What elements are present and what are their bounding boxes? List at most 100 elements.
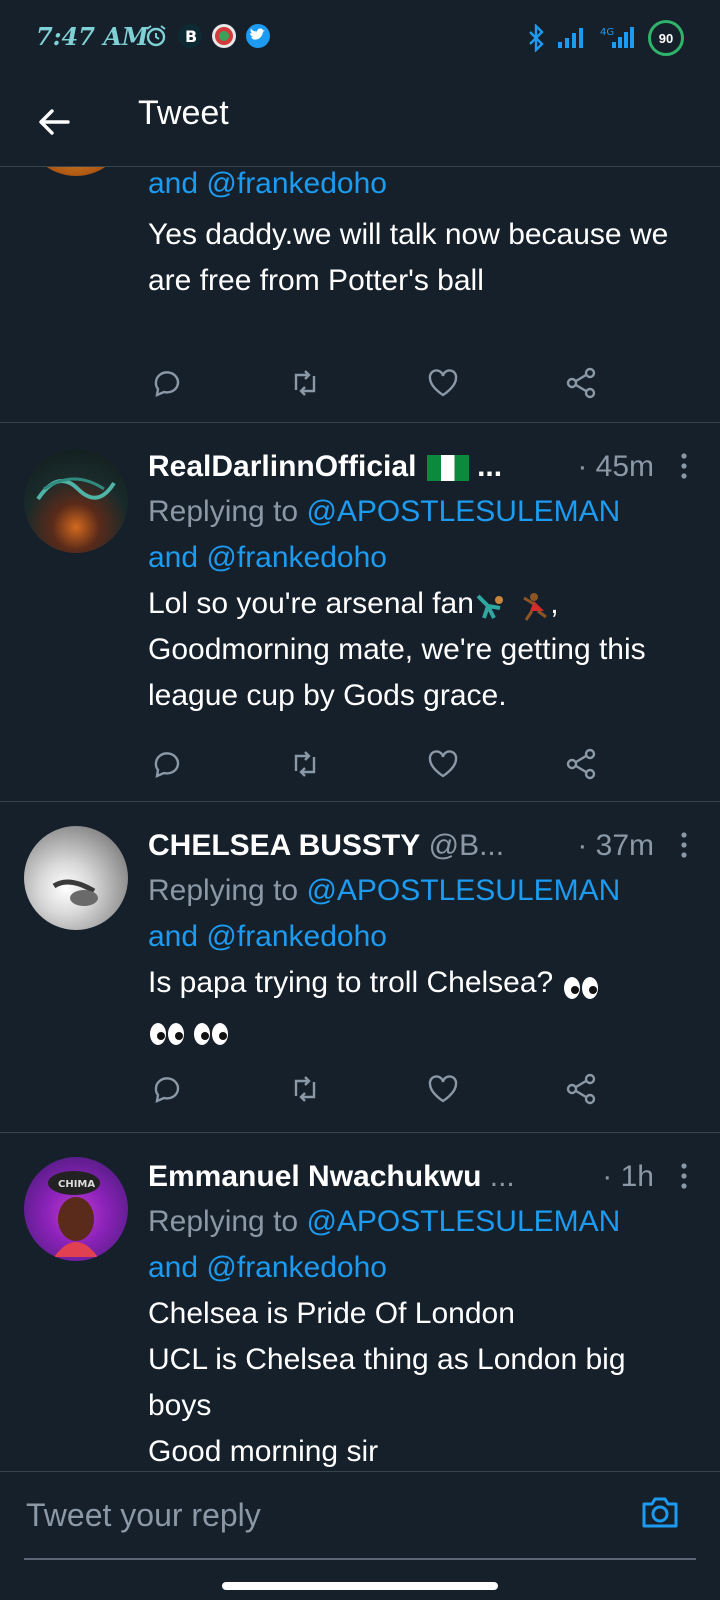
replying-to: Replying to @APOSTLESULEMAN (148, 868, 690, 914)
like-icon[interactable] (426, 1072, 460, 1106)
like-icon[interactable] (426, 366, 460, 400)
share-icon[interactable] (564, 747, 598, 781)
retweet-icon[interactable] (288, 366, 322, 400)
tweet-time: · 1h (602, 1160, 654, 1193)
retweet-icon[interactable] (288, 1072, 322, 1106)
status-time: 7:47 AM (36, 22, 149, 51)
reply-feed: and @frankedoho Yes daddy.we will talk n… (0, 166, 720, 1471)
user-handle[interactable]: @B... (429, 829, 504, 862)
page-title: Tweet (138, 94, 229, 132)
reply-icon[interactable] (150, 366, 184, 400)
mention-link[interactable]: @frankedoho (206, 167, 387, 200)
twitter-bird-icon (246, 24, 270, 48)
avatar[interactable] (24, 449, 128, 553)
dancer-emoji-icon (516, 590, 550, 621)
battery-level: 90 (658, 30, 674, 46)
tweet-text-line: Lol so you're arsenal fan (148, 587, 474, 620)
tweet-item[interactable]: CHELSEA BUSSTY @B... · 37m Replying to @… (0, 802, 720, 1133)
svg-text:B: B (185, 27, 197, 46)
avatar[interactable] (24, 826, 128, 930)
replying-prefix: Replying to (148, 1205, 299, 1238)
replying-prefix: Replying to (148, 495, 299, 528)
camera-icon[interactable] (638, 1490, 682, 1534)
replying-prefix: Replying to (148, 874, 299, 907)
tweet-text-line: Chelsea is Pride Of London (148, 1297, 515, 1330)
notification-icons: B (144, 24, 270, 48)
tweet-text: Lol so you're arsenal fan , Goodmorning … (148, 581, 690, 719)
system-icons: 4G 90 (526, 20, 684, 56)
replying-to-cont: and @frankedoho (148, 535, 690, 581)
home-gesture-handle[interactable] (222, 1582, 498, 1590)
tweet-text-line: Is papa trying to troll Chelsea? (148, 966, 554, 999)
cartwheel-emoji-icon (474, 590, 508, 620)
system-nav-bar (0, 1560, 720, 1600)
avatar-cap-text: CHIMA (58, 1179, 95, 1190)
tweet-actions (150, 747, 610, 787)
back-arrow-icon[interactable] (34, 102, 74, 142)
replying-to: and @frankedoho (148, 166, 690, 212)
replying-to: Replying to @APOSTLESULEMAN (148, 489, 690, 535)
mention-link[interactable]: @frankedoho (206, 920, 387, 953)
tweet-actions (150, 366, 610, 406)
mention-link[interactable]: @frankedoho (206, 1251, 387, 1284)
tweet-header: Emmanuel Nwachukwu ... · 1h (148, 1155, 690, 1199)
tweet-actions (150, 1072, 610, 1112)
reply-icon[interactable] (150, 747, 184, 781)
tweet-time: · 45m (577, 450, 654, 483)
signal-icon (558, 28, 583, 48)
tweet-text-line: UCL is Chelsea thing as London big boys (148, 1343, 626, 1422)
signal-4g-icon: 4G (600, 27, 634, 48)
replying-to-cont: and @frankedoho (148, 1245, 690, 1291)
bold-b-icon: B (178, 24, 202, 48)
tweet-text-rest: Goodmorning mate, we're getting this lea… (148, 633, 646, 712)
mention-link[interactable]: @APOSTLESULEMAN (306, 874, 620, 907)
network-label: 4G (600, 27, 614, 38)
mention-link[interactable]: @APOSTLESULEMAN (306, 1205, 620, 1238)
status-bar: 7:47 AM B 4G 90 (0, 0, 720, 80)
tweet-header: RealDarlinnOfficial ... · 45m (148, 445, 690, 489)
app-bar: Tweet (0, 80, 720, 167)
flag-icon (426, 455, 469, 482)
replying-to-cont: and @frankedoho (148, 914, 690, 960)
eyes-emoji-icon (562, 970, 600, 1000)
more-icon[interactable] (678, 830, 690, 860)
mention-link[interactable]: @APOSTLESULEMAN (306, 495, 620, 528)
mention-and: and (148, 920, 199, 953)
share-icon[interactable] (564, 366, 598, 400)
mention-and: and (148, 167, 199, 200)
avatar[interactable]: CHIMA (24, 1157, 128, 1261)
display-name[interactable]: RealDarlinnOfficial (148, 445, 416, 489)
tweet-header: CHELSEA BUSSTY @B... · 37m (148, 824, 690, 868)
tweet-item[interactable]: RealDarlinnOfficial ... · 45m Replying t… (0, 423, 720, 802)
tweet-text-line: Good morning sir (148, 1435, 379, 1468)
tweet-text: Yes daddy.we will talk now because we ar… (148, 218, 669, 297)
mention-link[interactable]: @frankedoho (206, 541, 387, 574)
share-icon[interactable] (564, 1072, 598, 1106)
mention-and: and (148, 1251, 199, 1284)
display-name[interactable]: CHELSEA BUSSTY (148, 824, 420, 868)
replying-to: Replying to @APOSTLESULEMAN (148, 1199, 690, 1245)
more-icon[interactable] (678, 451, 690, 481)
reply-input[interactable] (24, 1484, 608, 1546)
name-truncation: ... (489, 1160, 515, 1193)
battery-indicator: 90 (648, 20, 684, 56)
name-truncation: ... (477, 450, 503, 483)
tweet-item[interactable]: CHIMA Emmanuel Nwachukwu ... · 1h Replyi… (0, 1133, 720, 1471)
tweet-item[interactable]: and @frankedoho Yes daddy.we will talk n… (0, 166, 720, 423)
mention-and: and (148, 541, 199, 574)
like-icon[interactable] (426, 747, 460, 781)
tweet-text-comma: , (550, 587, 559, 620)
alarm-icon (144, 24, 168, 48)
avatar[interactable] (24, 166, 128, 176)
tweet-text: Is papa trying to troll Chelsea? (148, 960, 690, 1052)
reply-composer (0, 1471, 720, 1560)
eyes-emoji-icon (192, 1016, 230, 1046)
eyes-emoji-icon (148, 1016, 186, 1046)
app-icon (212, 24, 236, 48)
tweet-time: · 37m (577, 829, 654, 862)
more-icon[interactable] (678, 1161, 690, 1191)
retweet-icon[interactable] (288, 747, 322, 781)
bluetooth-icon (529, 24, 544, 52)
display-name[interactable]: Emmanuel Nwachukwu (148, 1155, 481, 1199)
reply-icon[interactable] (150, 1072, 184, 1106)
